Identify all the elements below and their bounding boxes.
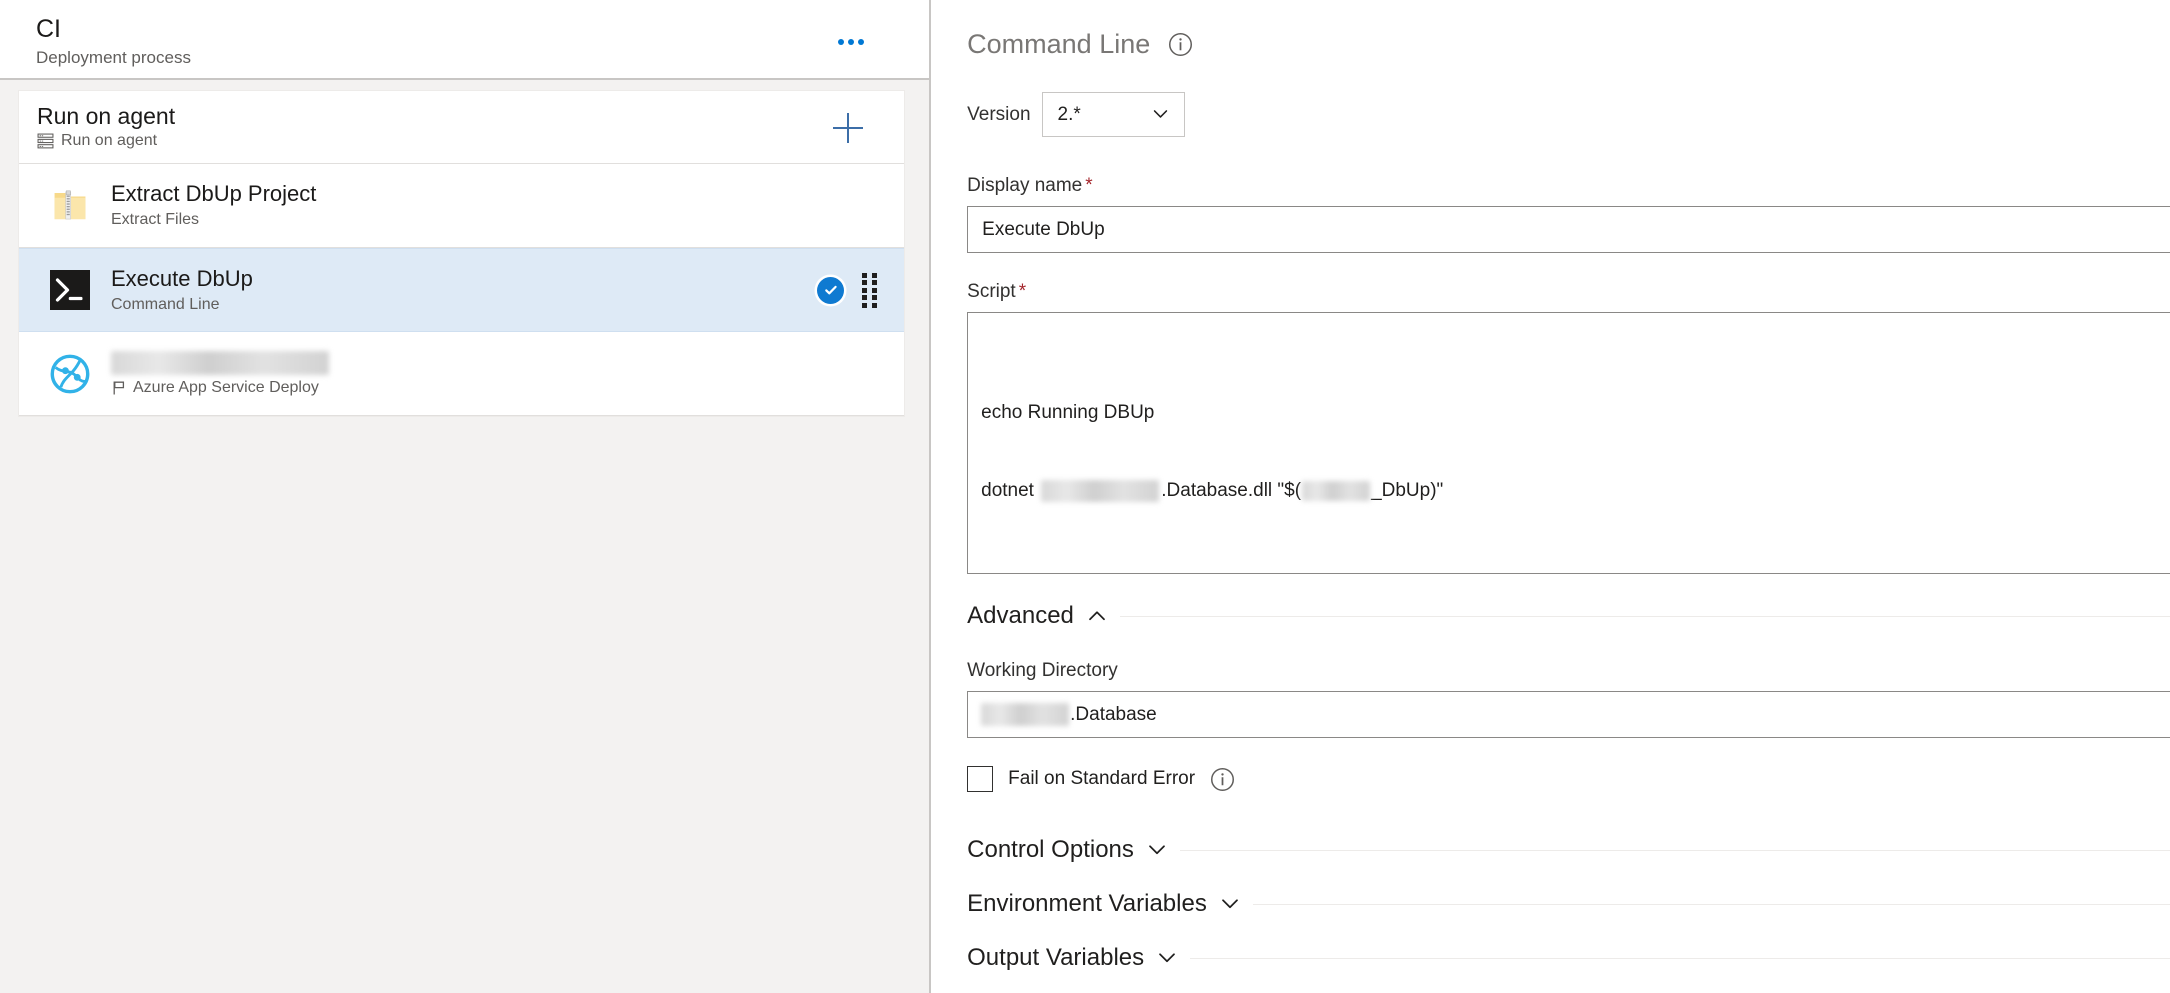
task-row[interactable]: Extract DbUp Project Extract Files [19, 164, 905, 248]
task-subtitle: Extract Files [111, 209, 316, 231]
fail-on-standard-error-label: Fail on Standard Error [1008, 768, 1196, 789]
task-list-scroll: Run on agent Run on agent Extract DbUp P… [0, 80, 930, 993]
ellipsis-icon[interactable] [831, 22, 871, 62]
redacted-text [981, 703, 1070, 726]
script-field-block: Script * echo Running DBUp dotnet .Databa… [967, 281, 2170, 574]
working-directory-label: Working Directory [967, 660, 1118, 681]
task-name: Extract DbUp Project [111, 181, 317, 206]
script-label-text: Script [967, 281, 1016, 302]
zip-folder-icon [49, 185, 91, 227]
environment-variables-section-header[interactable]: Environment Variables [967, 890, 2170, 918]
section-divider [1252, 903, 2170, 905]
task-name: Execute DbUp [111, 265, 253, 291]
task-subtitle-label: Command Line [111, 295, 220, 313]
working-directory-wrap [967, 691, 2170, 738]
process-title: CI [36, 15, 61, 43]
display-name-label: Display name * [967, 175, 2170, 197]
task-details-panel: Command Line Version 2.* Display name* [931, 0, 2170, 993]
working-directory-input[interactable] [967, 691, 2170, 738]
required-marker: * [1085, 175, 1093, 196]
plus-icon[interactable] [828, 108, 868, 148]
version-label: Version [967, 103, 1031, 125]
chevron-down-icon [1159, 953, 1176, 963]
task-row[interactable]: Azure App Service Deploy [19, 332, 905, 416]
output-variables-section-header[interactable]: Output Variables [967, 944, 2170, 972]
task-type-header: Command Line [967, 28, 2170, 60]
version-value: 2.* [1057, 103, 1081, 125]
ellipsis-dot [858, 39, 865, 45]
version-select[interactable]: 2.* [1041, 92, 1185, 137]
task-subtitle-label: Extract Files [111, 211, 200, 228]
phase-name: Run on agent [37, 103, 176, 129]
section-divider [1190, 957, 2170, 959]
info-icon[interactable] [1168, 32, 1193, 57]
task-name-redacted [111, 348, 329, 376]
drag-handle-icon[interactable] [862, 272, 878, 308]
task-text: Extract DbUp Project Extract Files [111, 180, 316, 231]
task-subtitle: Command Line [111, 294, 253, 316]
phase-meta: Run on agent [37, 131, 904, 151]
console-terminal-icon [49, 269, 91, 311]
task-subtitle-label: Azure App Service Deploy [133, 379, 319, 396]
task-row-selected[interactable]: Execute DbUp Command Line [19, 248, 905, 332]
working-directory-field-block: Working Directory [967, 660, 2170, 738]
display-name-input[interactable] [967, 206, 2170, 253]
task-type-title: Command Line [967, 29, 1151, 59]
task-subtitle: Azure App Service Deploy [111, 377, 329, 399]
fail-on-standard-error-row: Fail on Standard Error [967, 766, 2170, 792]
process-subtitle: Deployment process [36, 48, 191, 67]
display-name-label-text: Display name [967, 175, 1083, 196]
phase-row-run-on-agent[interactable]: Run on agent Run on agent [19, 91, 905, 164]
tasks-panel: CI Deployment process Run on agent Run o… [0, 0, 932, 993]
redacted-text [111, 351, 329, 376]
task-row-actions [817, 249, 878, 331]
info-icon[interactable] [1210, 767, 1235, 792]
phase-meta-label: Run on agent [61, 132, 158, 149]
advanced-section-title: Advanced [967, 602, 1074, 629]
phase-card: Run on agent Run on agent Extract DbUp P… [18, 90, 906, 417]
advanced-section-header[interactable]: Advanced [967, 602, 2170, 630]
process-header: CI Deployment process [0, 0, 930, 80]
fail-on-standard-error-checkbox[interactable] [967, 766, 994, 792]
chevron-down-icon [1149, 845, 1165, 855]
environment-variables-title: Environment Variables [967, 890, 1207, 917]
ellipsis-dot [848, 39, 855, 45]
chevron-up-icon [1089, 611, 1105, 621]
task-text: Azure App Service Deploy [111, 348, 329, 399]
control-options-section-header[interactable]: Control Options [967, 836, 2170, 864]
display-name-field-block: Display name * [967, 175, 2170, 253]
control-options-title: Control Options [967, 836, 1134, 863]
azure-devops-pipeline-editor: CI Deployment process Run on agent Run o… [0, 0, 2170, 993]
output-variables-title: Output Variables [967, 944, 1145, 971]
version-row: Version 2.* [967, 92, 2170, 137]
task-details-inner: Command Line Version 2.* Display name* [931, 28, 2170, 972]
agent-pool-icon [37, 133, 54, 148]
required-marker: * [1018, 281, 1027, 302]
script-textarea[interactable] [967, 312, 2170, 574]
chevron-down-icon [1221, 899, 1238, 909]
section-divider [1119, 615, 2170, 617]
azure-web-app-icon [49, 353, 91, 395]
task-text: Execute DbUp Command Line [111, 265, 253, 316]
check-circle-icon [817, 276, 845, 304]
ellipsis-dot [838, 39, 845, 45]
chevron-down-icon [1153, 109, 1167, 118]
flag-icon [113, 381, 125, 395]
section-divider [1179, 849, 2170, 851]
script-label: Script * [967, 281, 2170, 303]
